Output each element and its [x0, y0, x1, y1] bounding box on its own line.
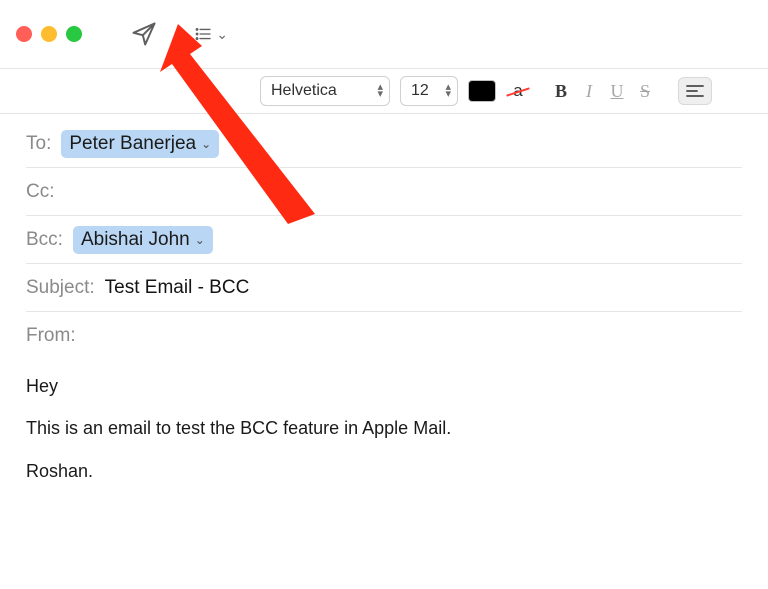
subject-value: Test Email - BCC — [105, 277, 250, 299]
font-family-select[interactable]: Helvetica ▴▾ — [260, 76, 390, 106]
close-window-icon[interactable] — [16, 26, 32, 42]
font-size-select[interactable]: 12 ▴▾ — [400, 76, 458, 106]
italic-button[interactable]: I — [576, 77, 602, 105]
bcc-label: Bcc: — [26, 229, 63, 251]
text-color-swatch[interactable] — [468, 80, 496, 102]
to-recipient-chip[interactable]: Peter Banerjea ⌄ — [61, 130, 219, 158]
header-fields-menu-button[interactable]: ⌄ — [194, 17, 228, 51]
cc-label: Cc: — [26, 181, 55, 203]
bold-button[interactable]: B — [548, 77, 574, 105]
from-field-row[interactable]: From: — [26, 312, 742, 360]
body-line: This is an email to test the BCC feature… — [26, 416, 742, 440]
font-size-value: 12 — [411, 82, 429, 100]
strikethrough-button[interactable]: S — [632, 77, 658, 105]
chip-text: Abishai John — [81, 229, 190, 251]
message-body[interactable]: Hey This is an email to test the BCC fea… — [0, 360, 768, 515]
title-bar: ⌄ — [0, 0, 768, 68]
chip-text: Peter Banerjea — [69, 133, 196, 155]
subject-field-row[interactable]: Subject: Test Email - BCC — [26, 264, 742, 312]
chevron-down-icon: ⌄ — [216, 26, 228, 43]
subject-label: Subject: — [26, 277, 95, 299]
header-fields: To: Peter Banerjea ⌄ Cc: Bcc: Abishai Jo… — [0, 114, 768, 360]
bcc-recipient-chip[interactable]: Abishai John ⌄ — [73, 226, 213, 254]
align-left-button[interactable] — [678, 77, 712, 105]
font-family-value: Helvetica — [271, 82, 337, 100]
list-icon — [194, 21, 212, 47]
window-controls — [16, 26, 82, 42]
stepper-icon: ▴▾ — [445, 84, 451, 98]
to-field-row[interactable]: To: Peter Banerjea ⌄ — [26, 120, 742, 168]
cc-field-row[interactable]: Cc: — [26, 168, 742, 216]
fullscreen-window-icon[interactable] — [66, 26, 82, 42]
chevron-down-icon: ⌄ — [195, 233, 205, 247]
minimize-window-icon[interactable] — [41, 26, 57, 42]
format-toolbar: Helvetica ▴▾ 12 ▴▾ a B I U S — [0, 68, 768, 114]
body-line: Roshan. — [26, 459, 742, 483]
chevron-down-icon: ⌄ — [201, 137, 211, 151]
bcc-field-row[interactable]: Bcc: Abishai John ⌄ — [26, 216, 742, 264]
underline-button[interactable]: U — [604, 77, 630, 105]
align-left-icon — [686, 84, 704, 98]
send-button[interactable] — [127, 17, 161, 51]
body-line: Hey — [26, 374, 742, 398]
paper-plane-icon — [130, 20, 158, 48]
highlight-color-button[interactable]: a — [506, 79, 530, 103]
stepper-icon: ▴▾ — [377, 84, 383, 98]
letter-a-icon: a — [513, 81, 522, 101]
text-style-group: B I U S — [548, 77, 658, 105]
from-label: From: — [26, 325, 76, 347]
to-label: To: — [26, 133, 51, 155]
